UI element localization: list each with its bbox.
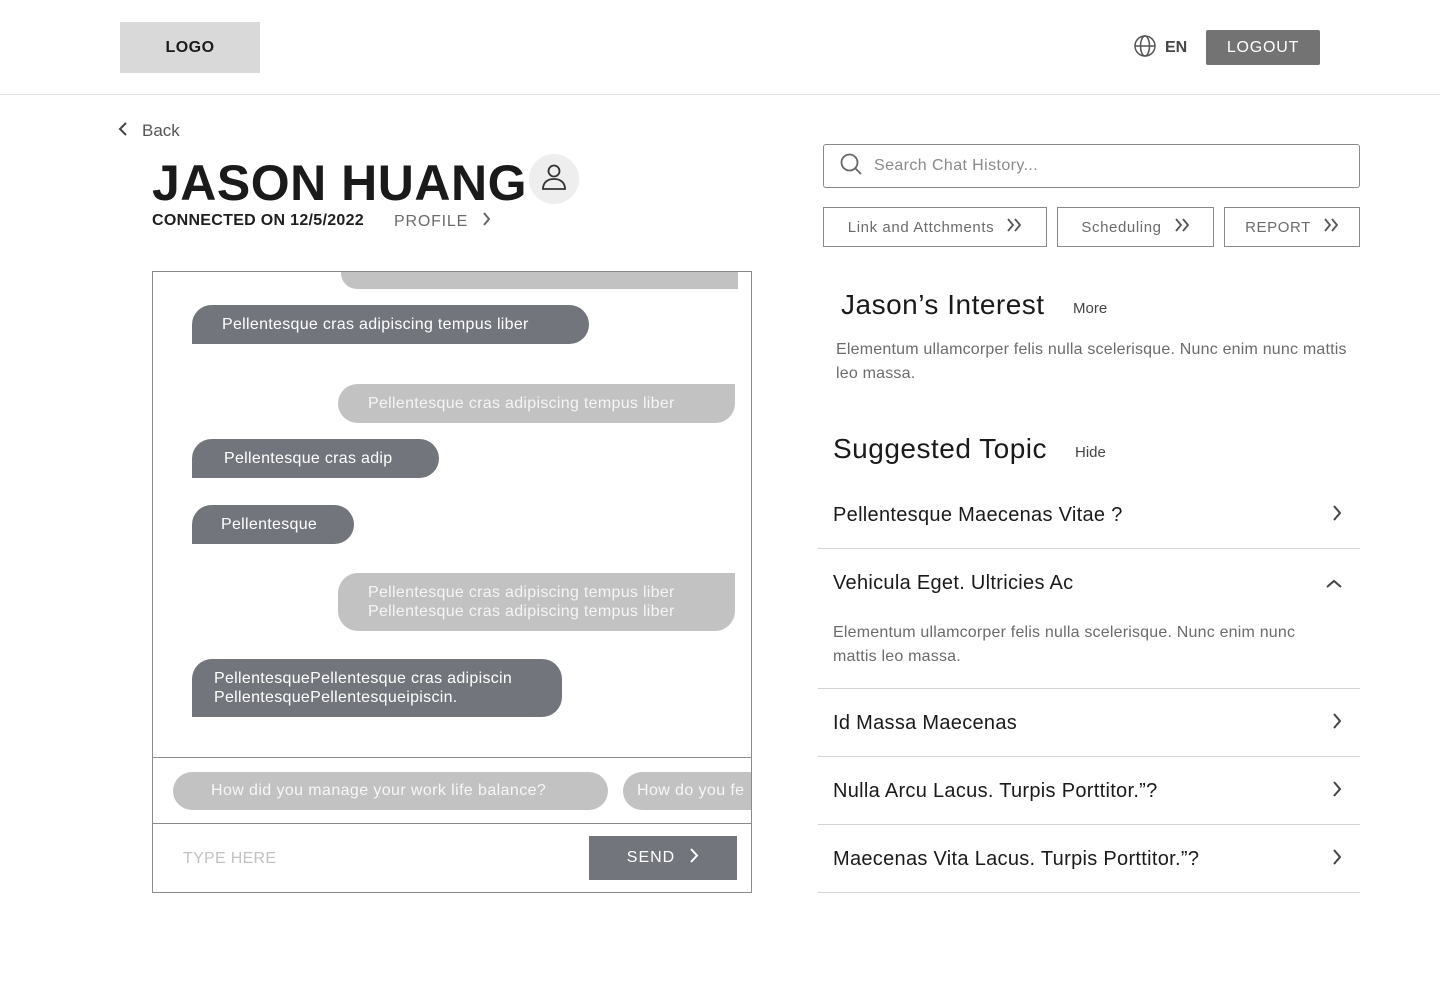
topic-label: Id Massa Maecenas — [833, 711, 1018, 734]
chat-message-outgoing: Pellentesque cras adipiscing tempus libe… — [338, 573, 735, 631]
topic-item-expanded[interactable]: Vehicula Eget. Ultricies Ac Elementum ul… — [818, 549, 1360, 689]
search-input[interactable] — [874, 157, 1344, 175]
logout-button[interactable]: LOGOUT — [1206, 30, 1320, 65]
chevron-up-icon — [1326, 572, 1342, 595]
topic-item[interactable]: Nulla Arcu Lacus. Turpis Porttitor.”? — [818, 757, 1360, 825]
topic-item[interactable]: Pellentesque Maecenas Vitae ? — [818, 481, 1360, 549]
send-label: SEND — [626, 849, 676, 866]
message-text: Pellentesque cras adipiscing tempus libe… — [368, 584, 675, 601]
send-button[interactable]: SEND — [589, 836, 737, 880]
topic-item[interactable]: Maecenas Vita Lacus. Turpis Porttitor.”? — [818, 825, 1360, 893]
chevron-right-icon — [1332, 712, 1342, 735]
logo[interactable]: LOGO — [120, 22, 260, 73]
message-input[interactable] — [183, 837, 583, 881]
tab-report[interactable]: REPORT — [1224, 207, 1360, 247]
topic-label: Maecenas Vita Lacus. Turpis Porttitor.”? — [833, 847, 1200, 870]
message-text: Pellentesque — [221, 516, 318, 533]
globe-icon — [1133, 34, 1157, 63]
language-label: EN — [1165, 39, 1188, 56]
profile-link[interactable]: PROFILE — [394, 212, 491, 231]
topic-label: Nulla Arcu Lacus. Turpis Porttitor.”? — [833, 779, 1158, 802]
language-selector[interactable]: EN — [1133, 34, 1188, 63]
message-text: Pellentesque cras adipiscing tempus libe… — [222, 316, 529, 333]
interest-text: Elementum ullamcorper felis nulla sceler… — [836, 341, 1347, 382]
chevron-right-icon — [1332, 848, 1342, 871]
topic-label: Vehicula Eget. Ultricies Ac — [833, 571, 1074, 594]
topic-detail: Elementum ullamcorper felis nulla sceler… — [833, 624, 1296, 665]
double-chevron-right-icon — [1323, 218, 1339, 236]
search-icon — [840, 153, 862, 180]
tab-links-attachments[interactable]: Link and Attchments — [823, 207, 1047, 247]
tab-scheduling[interactable]: Scheduling — [1057, 207, 1214, 247]
profile-label: PROFILE — [394, 212, 469, 230]
topic-item[interactable]: Id Massa Maecenas — [818, 689, 1360, 757]
chevron-left-icon — [118, 121, 128, 141]
tab-label: Scheduling — [1081, 218, 1162, 236]
message-text: Pellentesque cras adip — [224, 450, 393, 467]
chat-message-incoming: PellentesquePellentesque cras adipiscin … — [192, 659, 562, 717]
interest-more-link[interactable]: More — [1073, 300, 1107, 317]
back-link[interactable]: Back — [118, 121, 180, 141]
topic-label: Pellentesque Maecenas Vitae ? — [833, 503, 1123, 526]
message-text: PellentesquePellentesqueipiscin. — [214, 689, 458, 706]
chevron-right-icon — [1332, 780, 1342, 803]
chat-message-incoming: Pellentesque cras adip — [192, 439, 439, 478]
interest-title: Jason’s Interest — [841, 289, 1045, 320]
tab-label: REPORT — [1245, 218, 1311, 236]
avatar[interactable] — [529, 154, 579, 204]
user-icon — [541, 163, 567, 196]
tab-label: Link and Attchments — [847, 218, 995, 236]
double-chevron-right-icon — [1006, 218, 1022, 236]
chip-label: How do you fe — [637, 782, 745, 799]
chat-message-incoming: Pellentesque cras adipiscing tempus libe… — [192, 305, 589, 344]
suggested-topic-hide-link[interactable]: Hide — [1075, 444, 1106, 461]
chat-panel: Pellentesque cras adipiscing tempus libe… — [152, 271, 752, 893]
chevron-right-icon — [482, 212, 491, 231]
message-text: PellentesquePellentesque cras adipiscin — [214, 670, 513, 687]
message-text: Pellentesque cras adipiscing tempus libe… — [368, 395, 675, 412]
contact-name: JASON HUANG — [152, 155, 527, 211]
chat-bubble-partial — [341, 272, 738, 289]
suggested-question-chip[interactable]: How do you fe — [623, 772, 751, 810]
chevron-right-icon — [1332, 504, 1342, 527]
connected-date: CONNECTED ON 12/5/2022 — [152, 212, 365, 229]
chevron-right-icon — [689, 848, 699, 868]
suggested-questions: How did you manage your work life balanc… — [153, 757, 751, 824]
suggested-question-chip[interactable]: How did you manage your work life balanc… — [173, 772, 608, 810]
chat-message-incoming: Pellentesque — [192, 505, 354, 544]
message-text: Pellentesque cras adipiscing tempus libe… — [368, 603, 675, 620]
back-label: Back — [142, 121, 180, 140]
chat-message-outgoing: Pellentesque cras adipiscing tempus libe… — [338, 384, 735, 423]
search-bar[interactable] — [823, 144, 1360, 188]
chip-label: How did you manage your work life balanc… — [211, 782, 547, 799]
double-chevron-right-icon — [1174, 218, 1190, 236]
suggested-topic-title: Suggested Topic — [833, 433, 1048, 464]
